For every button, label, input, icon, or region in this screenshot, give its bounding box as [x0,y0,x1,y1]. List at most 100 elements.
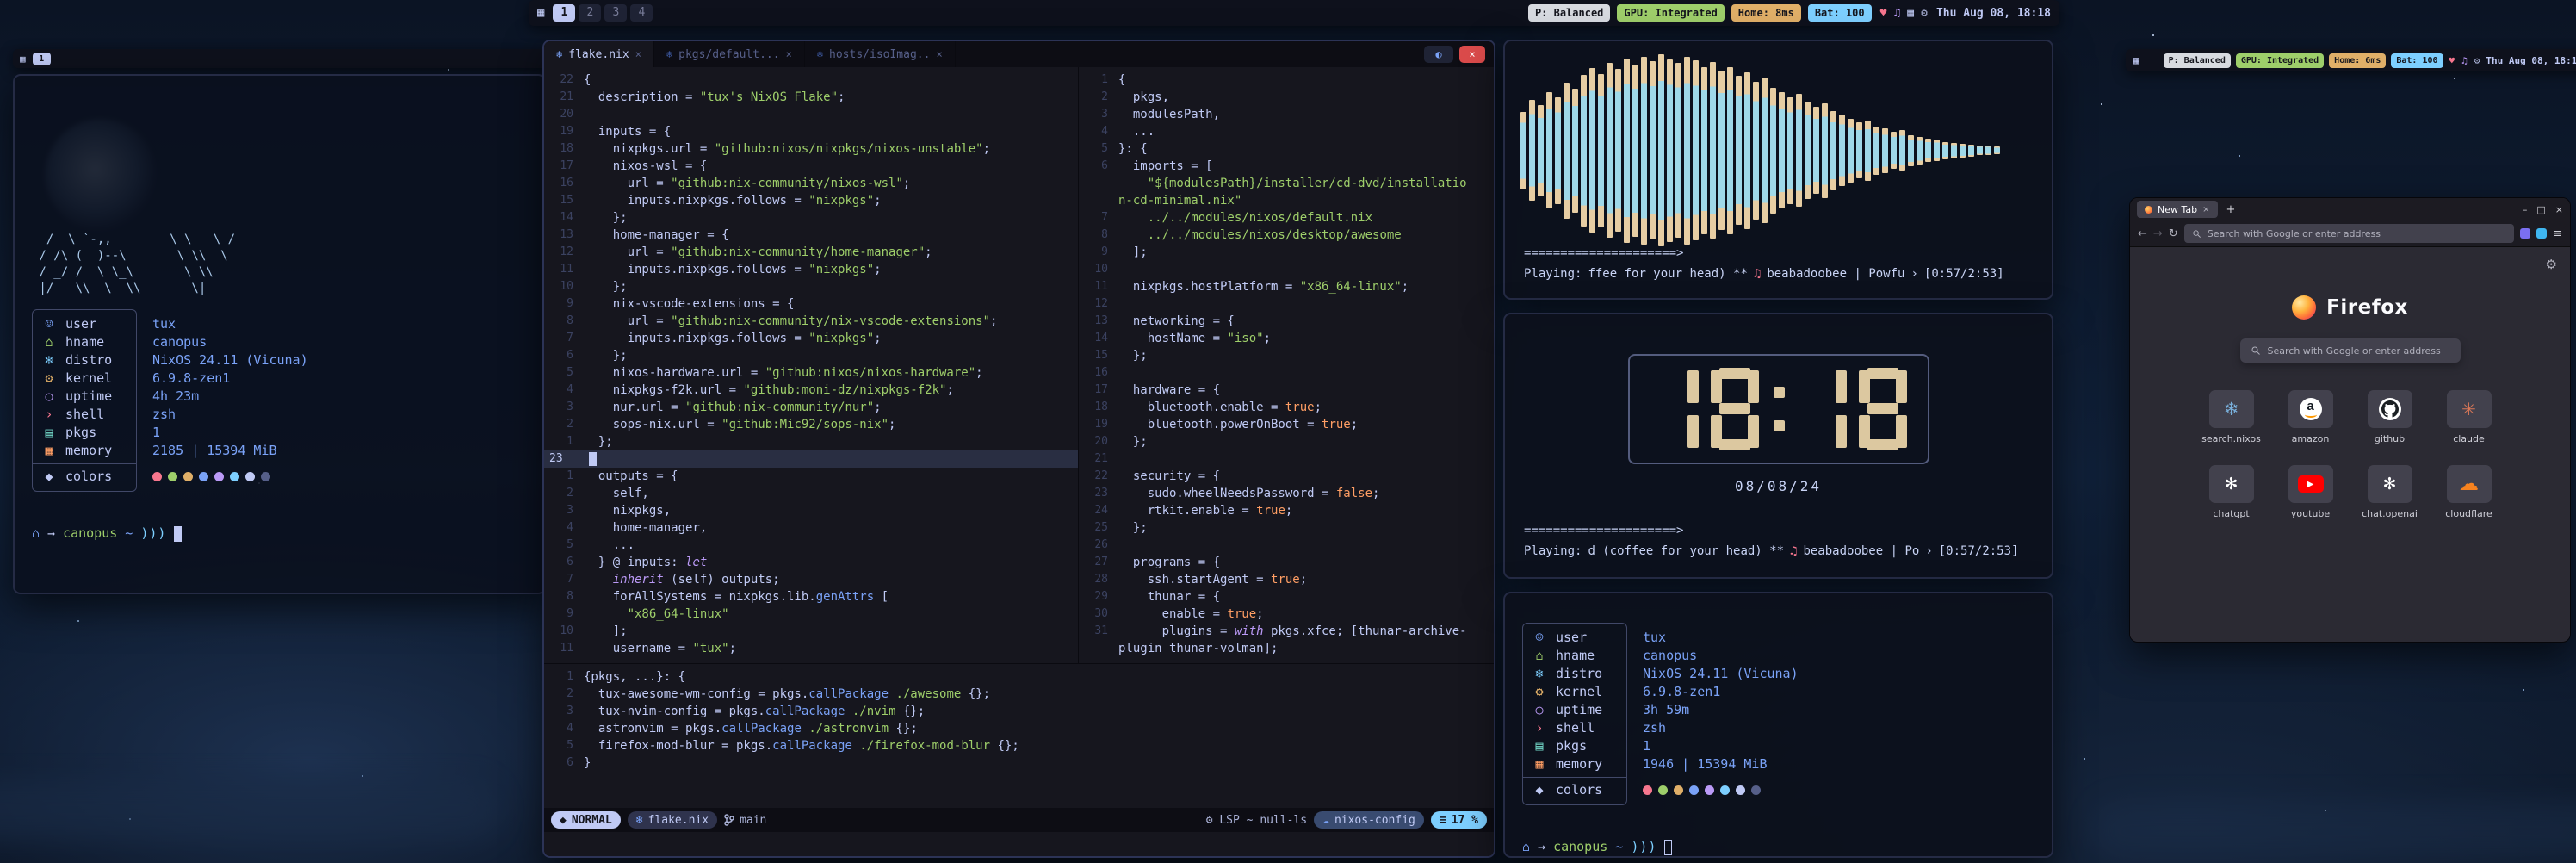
tab-pkgsdefault...[interactable]: ❄pkgs/default...× [654,41,805,67]
workspace-tag-1[interactable]: 1 [33,53,51,65]
fetch-label: shell [65,406,127,424]
tab-close-icon[interactable]: × [936,48,942,60]
shortcut-cloudflare[interactable]: ☁cloudflare [2432,465,2506,519]
search-icon [2251,345,2261,356]
heart-icon[interactable]: ♥ [1880,7,1887,20]
panel-toggle-button[interactable]: ◐ [1424,46,1453,63]
network-latency-badge[interactable]: Home: 6ms [2329,53,2386,68]
code-text: n-cd-minimal.nix" [1118,192,1242,209]
editor-cursor [589,452,597,466]
cava-bar [1736,76,1742,225]
prompt-host: canopus [63,525,117,543]
code-text: ssh.startAgent = true; [1118,571,1307,588]
pane-iso-default-nix[interactable]: 1{2 pkgs,3 modulesPath,4 ...5}: {6 impor… [1079,67,1494,663]
shell-prompt[interactable]: ⌂ → canopus ~ ))) [32,525,527,543]
minimize-button[interactable]: – [2523,204,2528,215]
code-line: 15 }; [1079,347,1494,364]
pane-pkgs-default-nix[interactable]: 1{pkgs, ...}: {2 tux-awesome-wm-config =… [544,663,1494,808]
gpu-badge[interactable]: GPU: Integrated [1617,4,1724,22]
personalize-gear-icon[interactable]: ⚙ [2546,257,2557,272]
maximize-button[interactable]: □ [2536,204,2545,215]
tab-close-icon[interactable]: × [786,48,792,60]
cava-bar [1546,92,1552,208]
tray-grid-icon[interactable]: ▦ [1907,7,1914,20]
shortcut-github[interactable]: github [2353,390,2427,444]
line-number: 29 [1079,588,1118,605]
code-line: 4 home-manager, [544,519,1078,537]
cava-window: =====================> Playing: ffee for… [1503,40,2053,300]
power-profile-badge[interactable]: P: Balanced [2164,53,2231,68]
code-text: ]; [1118,244,1148,261]
pane-flake-nix[interactable]: 22{21 description = "tux's NixOS Flake";… [544,67,1079,663]
power-profile-badge[interactable]: P: Balanced [1528,4,1610,22]
back-button[interactable]: ← [2138,227,2147,240]
shortcut-claude[interactable]: ✳claude [2432,390,2506,444]
ascii-art-line: / /\ ( )--\ \ \\ \ [32,248,527,264]
cava-bar [1701,67,1707,234]
music-icon[interactable]: ♫ [2461,55,2468,66]
forward-button[interactable]: → [2153,227,2163,240]
tab-close-icon[interactable]: × [635,48,641,60]
extension-icon[interactable] [2536,228,2547,239]
code-line: 28 ssh.startAgent = true; [1079,571,1494,588]
battery-badge[interactable]: Bat: 100 [1808,4,1872,22]
search-input[interactable]: Search with Google or enter address [2240,338,2461,363]
project-label: nixos-config [1334,814,1415,827]
gpu-badge[interactable]: GPU: Integrated [2236,53,2324,68]
code-text: }; [584,209,628,227]
shortcut-chatgpt[interactable]: ✻chatgpt [2195,465,2269,519]
settings-gear-icon[interactable]: ⚙ [2474,55,2480,66]
extension-icon[interactable] [2520,228,2530,239]
menu-icon[interactable]: ▦ [20,53,26,65]
shortcut-amazon[interactable]: aamazon [2274,390,2348,444]
workspace-tag-2[interactable]: 2 [579,4,601,22]
system-tray: ♥ ♫ ⚙ [2449,55,2480,66]
code-text: }: { [1118,140,1148,158]
line-number: 13 [544,227,584,244]
battery-badge[interactable]: Bat: 100 [2391,53,2443,68]
cava-bar [1589,68,1595,233]
code-line: 8 forAllSystems = nixpkgs.lib.genAttrs [ [544,588,1078,605]
code-line: 1{pkgs, ...}: { [544,668,1494,686]
menu-icon[interactable]: ▦ [2133,54,2139,66]
shell-prompt[interactable]: ⌂ → canopus ~ ))) [1522,838,2034,856]
refresh-button[interactable]: ↻ [2169,227,2178,240]
palette-icon: ◆ [1532,781,1547,799]
palette-dot [1736,785,1745,795]
code-text: hostName = "iso"; [1118,330,1271,347]
cava-bar [1762,78,1768,223]
url-bar[interactable]: Search with Google or enter address [2184,224,2514,243]
code-line: 17 hardware = { [1079,382,1494,399]
workspace-tag-3[interactable]: 3 [604,4,627,22]
tty-clock [1628,354,1929,464]
heart-icon[interactable]: ♥ [2449,55,2455,66]
browser-tab[interactable]: New Tab × [2137,201,2218,218]
settings-gear-icon[interactable]: ⚙ [1921,7,1928,20]
workspace-tag-4[interactable]: 4 [630,4,653,22]
code-text: ... [1118,123,1155,140]
cava-bar [1873,127,1879,175]
line-number: 20 [1079,433,1118,450]
new-tab-button[interactable]: + [2223,203,2239,216]
tab-flake.nix[interactable]: ❄flake.nix× [544,41,654,67]
code-line: 31 plugins = with pkgs.xfce; [thunar-arc… [1079,623,1494,640]
music-icon[interactable]: ♫ [1893,7,1900,20]
close-button[interactable]: × [2555,204,2563,215]
tab-close-icon[interactable]: × [2202,205,2209,214]
network-latency-badge[interactable]: Home: 8ms [1731,4,1801,22]
shortcut-chat.openai[interactable]: ✻chat.openai [2353,465,2427,519]
menu-button[interactable]: ≡ [2553,227,2562,240]
workspace-tag-1[interactable]: 1 [553,4,575,22]
track-progress: =====================> [1524,246,1683,260]
tab-hostsisoImag..[interactable]: ❄hosts/isoImag..× [805,41,956,67]
code-text: }; [1118,433,1148,450]
code-text: plugin thunar-volman]; [1118,640,1278,657]
shortcut-search.nixos[interactable]: ❄search.nixos [2195,390,2269,444]
code-line: 6 }; [544,347,1078,364]
code-line: 19 inputs = { [544,123,1078,140]
code-line: 9 nix-vscode-extensions = { [544,295,1078,313]
close-window-button[interactable]: × [1459,46,1485,63]
line-number: 7 [544,330,584,347]
shortcut-youtube[interactable]: ▶youtube [2274,465,2348,519]
menu-icon[interactable]: ▦ [537,6,544,20]
